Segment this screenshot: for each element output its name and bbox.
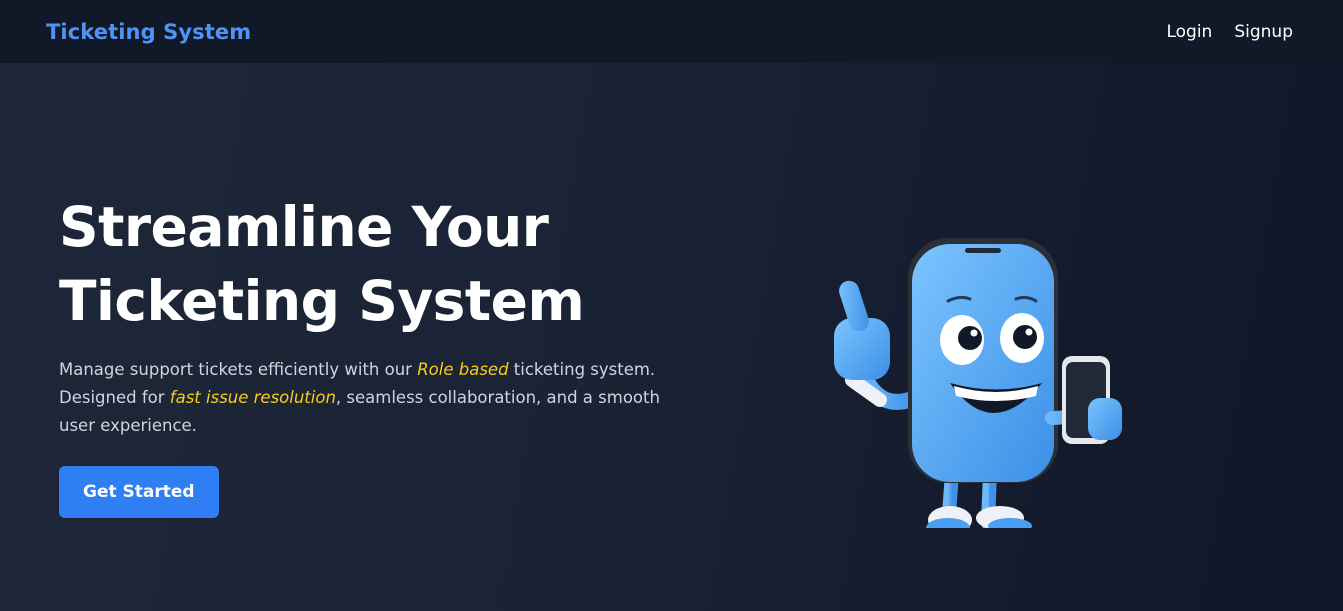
nav-links: Login Signup — [1166, 22, 1293, 42]
role-based-highlight: Role based — [417, 360, 509, 379]
fast-resolution-highlight: fast issue resolution — [169, 388, 336, 407]
signup-link[interactable]: Signup — [1234, 22, 1293, 42]
smartphone-mascot-icon — [834, 238, 1122, 528]
hero-text: Streamline Your Ticketing System Manage … — [59, 190, 699, 518]
desc-text-1: Manage support tickets efficiently with … — [59, 360, 418, 379]
hero-title-line-1: Streamline Your — [59, 195, 549, 259]
brand-logo-link[interactable]: Ticketing System — [46, 20, 251, 44]
login-link[interactable]: Login — [1166, 22, 1212, 42]
get-started-button[interactable]: Get Started — [59, 466, 219, 518]
hero-description: Manage support tickets efficiently with … — [59, 356, 679, 440]
hero-section: Streamline Your Ticketing System Manage … — [0, 63, 1343, 611]
hero-title: Streamline Your Ticketing System — [59, 190, 699, 338]
hero-title-line-2: Ticketing System — [59, 269, 585, 333]
navbar: Ticketing System Login Signup — [0, 0, 1343, 63]
